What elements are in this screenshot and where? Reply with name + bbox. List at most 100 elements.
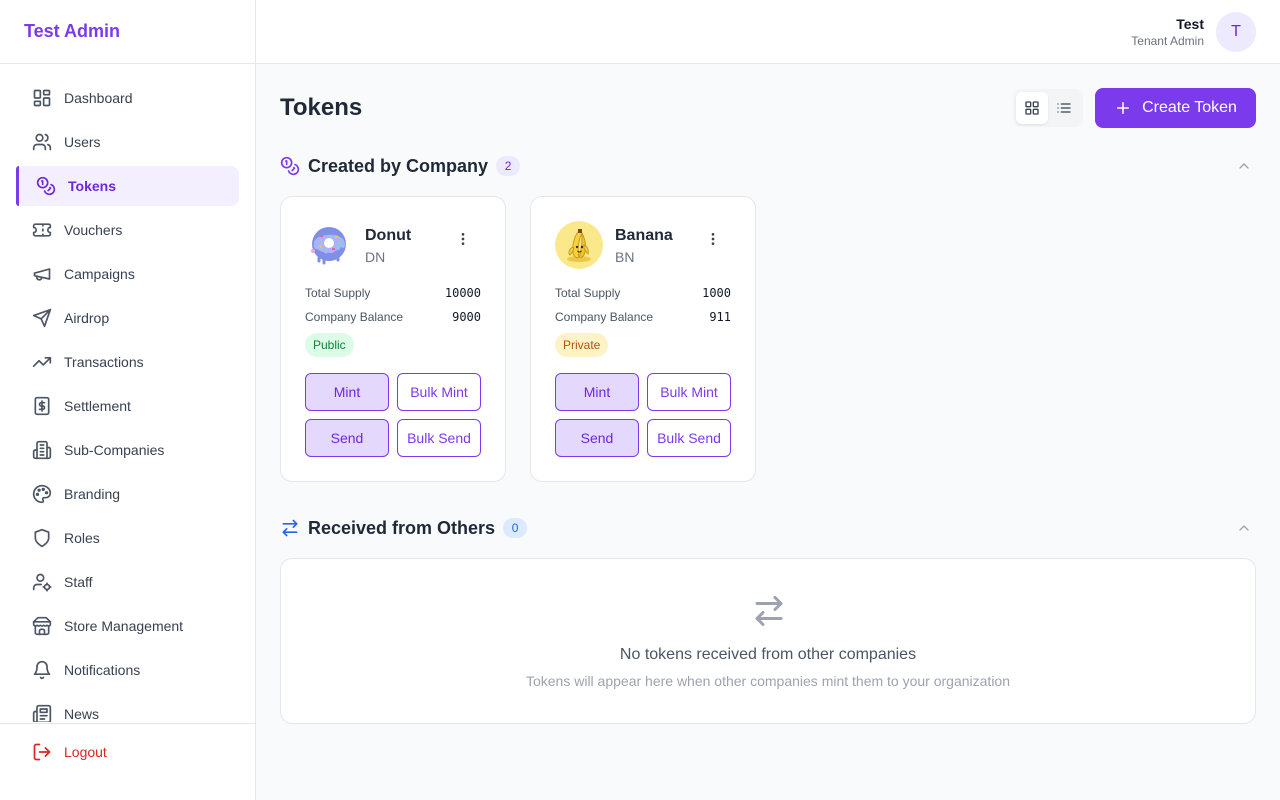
sidebar-item-label: Airdrop xyxy=(64,310,110,326)
sidebar-item-label: Dashboard xyxy=(64,90,133,106)
visibility-badge: Private xyxy=(555,333,609,357)
sidebar: Test Admin Dashboard Users Tokens Vouche… xyxy=(0,0,256,800)
sidebar-item-label: Transactions xyxy=(64,354,144,370)
palette-icon xyxy=(32,484,52,504)
bulk-send-button[interactable]: Bulk Send xyxy=(647,419,731,457)
bulk-mint-button[interactable]: Bulk Mint xyxy=(397,373,481,411)
empty-state-title: No tokens received from other companies xyxy=(619,646,917,663)
brand-header: Test Admin xyxy=(0,0,255,64)
transfer-arrows-icon xyxy=(751,593,787,629)
user-menu[interactable]: Test Tenant Admin T xyxy=(1131,12,1256,52)
sidebar-item-store-management[interactable]: Store Management xyxy=(16,606,239,646)
shield-icon xyxy=(32,528,52,548)
logout-button[interactable]: Logout xyxy=(32,742,107,762)
company-balance-label: Company Balance xyxy=(555,310,654,324)
total-supply-value: 10000 xyxy=(444,286,481,300)
received-section-header: Received from Others 0 xyxy=(280,516,1256,540)
bell-icon xyxy=(32,660,52,680)
empty-state-subtitle: Tokens will appear here when other compa… xyxy=(525,673,1011,689)
top-bar: Test Tenant Admin T xyxy=(256,0,1280,64)
count-badge: 0 xyxy=(503,518,528,538)
total-supply-label: Total Supply xyxy=(305,286,371,300)
app-title[interactable]: Test Admin xyxy=(24,21,120,42)
sidebar-item-dashboard[interactable]: Dashboard xyxy=(16,78,239,118)
company-balance-value: 911 xyxy=(709,310,731,324)
list-icon xyxy=(1056,100,1072,116)
sidebar-item-branding[interactable]: Branding xyxy=(16,474,239,514)
collapse-chevron-icon[interactable] xyxy=(1234,156,1254,176)
banana-icon xyxy=(555,221,603,269)
sidebar-nav: Dashboard Users Tokens Vouchers Campaign… xyxy=(16,78,239,722)
sidebar-item-label: Vouchers xyxy=(64,222,123,238)
created-section-header: Created by Company 2 xyxy=(280,154,1256,178)
send-button[interactable]: Send xyxy=(305,419,389,457)
collapse-chevron-icon[interactable] xyxy=(1234,518,1254,538)
more-options-icon[interactable] xyxy=(703,229,723,249)
sidebar-item-news[interactable]: News xyxy=(16,694,239,722)
company-balance-row: Company Balance 9000 xyxy=(305,309,481,325)
count-badge: 2 xyxy=(496,156,521,176)
ticket-icon xyxy=(32,220,52,240)
visibility-badge: Public xyxy=(305,333,354,357)
sidebar-item-notifications[interactable]: Notifications xyxy=(16,650,239,690)
section-title: Created by Company xyxy=(308,155,489,176)
megaphone-icon xyxy=(32,264,52,284)
sidebar-item-label: Users xyxy=(64,134,101,150)
sidebar-item-label: Settlement xyxy=(64,398,131,414)
trending-up-icon xyxy=(32,352,52,372)
sidebar-item-roles[interactable]: Roles xyxy=(16,518,239,558)
user-cog-icon xyxy=(32,572,52,592)
user-info: Test Tenant Admin xyxy=(1131,15,1204,49)
bulk-send-button[interactable]: Bulk Send xyxy=(397,419,481,457)
sidebar-item-label: Staff xyxy=(64,574,93,590)
sidebar-item-label: Campaigns xyxy=(64,266,135,282)
token-symbol: DN xyxy=(365,249,386,265)
sidebar-item-tokens[interactable]: Tokens xyxy=(16,166,239,206)
grid-view-button[interactable] xyxy=(1016,92,1048,124)
sidebar-item-sub-companies[interactable]: Sub-Companies xyxy=(16,430,239,470)
sidebar-item-label: Sub-Companies xyxy=(64,442,165,458)
total-supply-value: 1000 xyxy=(702,286,731,300)
page-title: Tokens xyxy=(280,94,363,121)
transfer-arrows-icon xyxy=(280,518,300,538)
sidebar-item-vouchers[interactable]: Vouchers xyxy=(16,210,239,250)
store-icon xyxy=(32,616,52,636)
total-supply-label: Total Supply xyxy=(555,286,621,300)
create-token-button[interactable]: Create Token xyxy=(1095,88,1256,128)
send-icon xyxy=(32,308,52,328)
newspaper-icon xyxy=(32,704,52,722)
list-view-button[interactable] xyxy=(1048,92,1080,124)
grid-icon xyxy=(1024,100,1040,116)
donut-icon xyxy=(305,221,353,269)
company-balance-row: Company Balance 911 xyxy=(555,309,731,325)
send-button[interactable]: Send xyxy=(555,419,639,457)
logout-label: Logout xyxy=(64,744,107,760)
plus-icon xyxy=(1114,99,1132,117)
mint-button[interactable]: Mint xyxy=(555,373,639,411)
mint-button[interactable]: Mint xyxy=(305,373,389,411)
avatar[interactable]: T xyxy=(1216,12,1256,52)
users-icon xyxy=(32,132,52,152)
company-balance-label: Company Balance xyxy=(305,310,404,324)
sidebar-item-transactions[interactable]: Transactions xyxy=(16,342,239,382)
sidebar-item-airdrop[interactable]: Airdrop xyxy=(16,298,239,338)
empty-state: No tokens received from other companies … xyxy=(280,558,1256,724)
coins-icon xyxy=(36,176,56,196)
bulk-mint-button[interactable]: Bulk Mint xyxy=(647,373,731,411)
token-name: Donut xyxy=(365,227,412,244)
sidebar-item-label: Tokens xyxy=(68,178,116,194)
sidebar-item-campaigns[interactable]: Campaigns xyxy=(16,254,239,294)
sidebar-item-label: Roles xyxy=(64,530,100,546)
building-icon xyxy=(32,440,52,460)
receipt-dollar-icon xyxy=(32,396,52,416)
view-toggle xyxy=(1013,89,1083,127)
sidebar-item-settlement[interactable]: Settlement xyxy=(16,386,239,426)
dashboard-icon xyxy=(32,88,52,108)
more-options-icon[interactable] xyxy=(453,229,473,249)
sidebar-item-staff[interactable]: Staff xyxy=(16,562,239,602)
token-symbol: BN xyxy=(615,249,635,265)
user-name: Test xyxy=(1176,16,1204,32)
section-title: Received from Others xyxy=(308,517,496,538)
sidebar-item-users[interactable]: Users xyxy=(16,122,239,162)
create-token-label: Create Token xyxy=(1142,99,1237,116)
